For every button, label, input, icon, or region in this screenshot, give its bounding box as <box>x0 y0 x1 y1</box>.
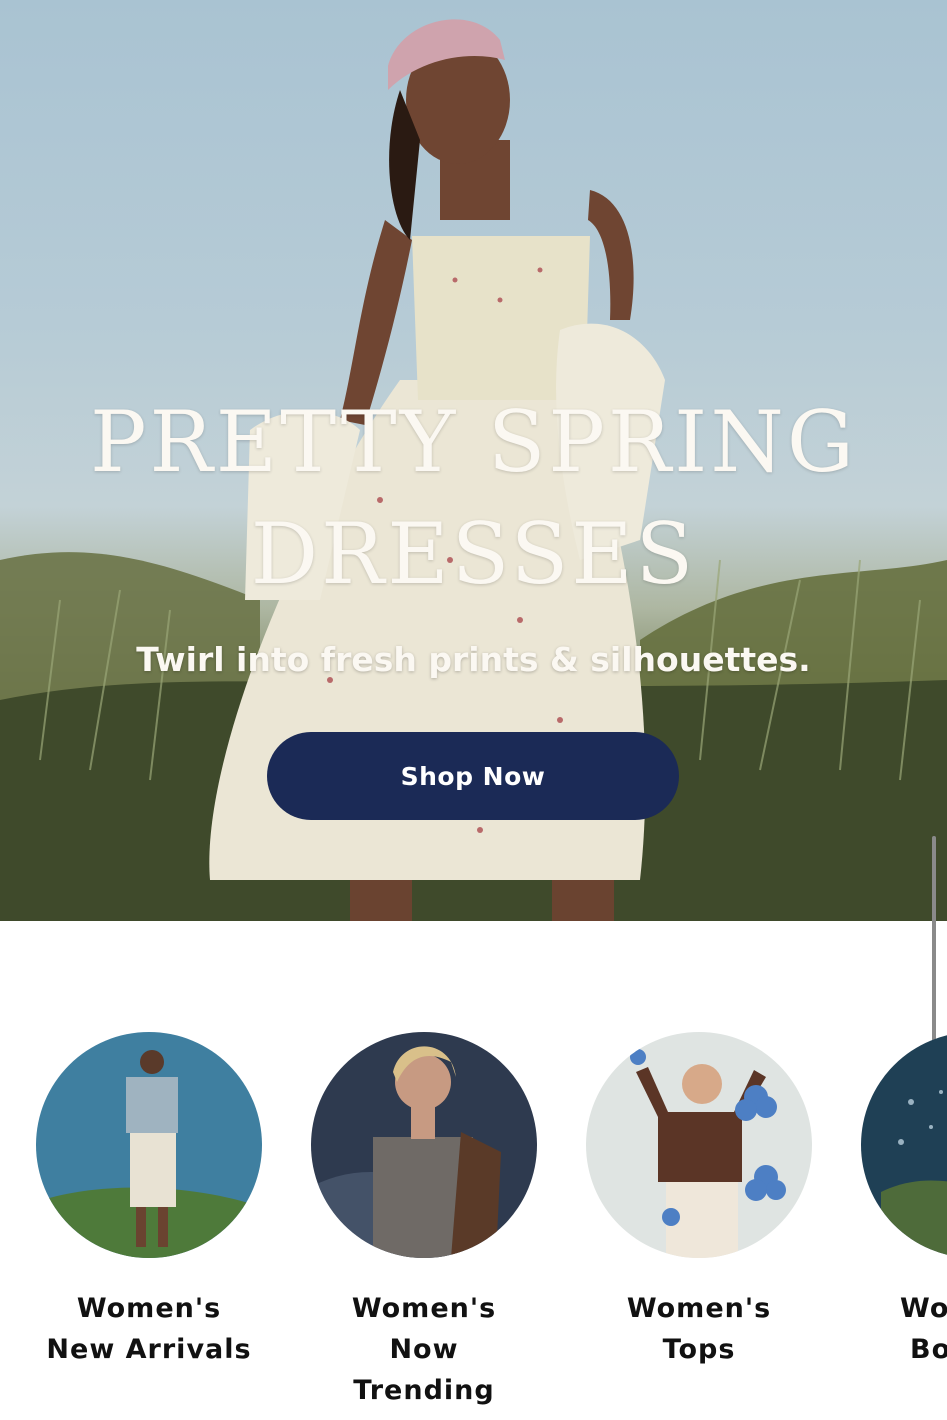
category-image-tops <box>586 1032 812 1258</box>
category-item-new-arrivals[interactable]: Women's New Arrivals <box>11 1032 287 1370</box>
shop-now-button[interactable]: Shop Now <box>267 732 679 820</box>
category-item-now-trending[interactable]: Women's Now Trending <box>286 1032 562 1411</box>
category-label-line1: Women's <box>351 1293 497 1324</box>
hero-subtitle: Twirl into fresh prints & silhouettes. <box>136 640 811 679</box>
hero-title-line1: PRETTY SPRING <box>90 393 857 491</box>
category-carousel[interactable]: Women's New Arrivals Women's Now Trendin… <box>0 1032 947 1420</box>
category-label-line2: Tops <box>662 1334 736 1365</box>
hero-title-line2: DRESSES <box>250 505 697 603</box>
category-label-line2: Bo <box>910 1334 947 1365</box>
category-image-new-arrivals <box>36 1032 262 1258</box>
category-label-line1: Wo <box>900 1293 947 1324</box>
category-item-partial[interactable]: Wo Bo <box>836 1032 947 1370</box>
category-image-partial <box>861 1032 947 1258</box>
category-label: Women's Tops <box>561 1288 837 1370</box>
scrollbar[interactable] <box>932 836 936 1046</box>
category-label: Wo Bo <box>836 1288 947 1370</box>
category-label-line2: New Arrivals <box>46 1334 252 1365</box>
category-label-line1: Women's <box>626 1293 772 1324</box>
category-label: Women's Now Trending <box>286 1288 562 1411</box>
category-label-line3: Trending <box>353 1375 495 1406</box>
category-item-tops[interactable]: Women's Tops <box>561 1032 837 1370</box>
category-label-line1: Women's <box>76 1293 222 1324</box>
category-image-now-trending <box>311 1032 537 1258</box>
category-label: Women's New Arrivals <box>11 1288 287 1370</box>
hero-banner[interactable]: PRETTY SPRING DRESSES Twirl into fresh p… <box>0 0 947 921</box>
category-label-line2: Now <box>389 1334 459 1365</box>
